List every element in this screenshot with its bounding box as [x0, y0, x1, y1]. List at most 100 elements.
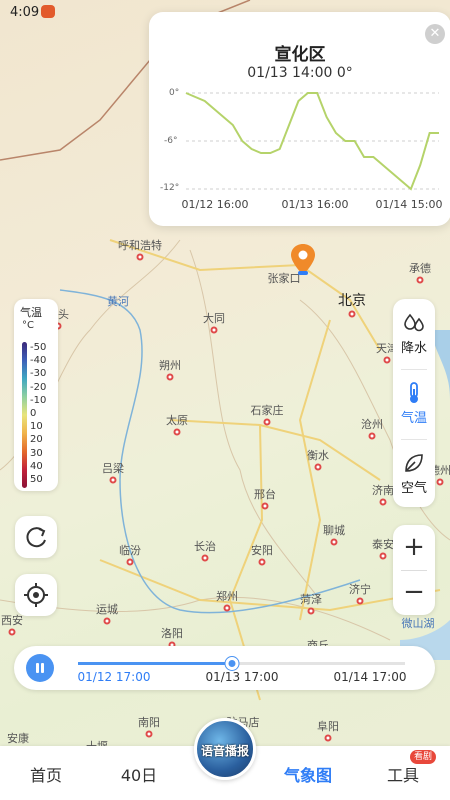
city-label: 洛阳 — [161, 627, 183, 640]
city-dot — [223, 604, 231, 612]
legend-tick: -40 — [30, 355, 47, 367]
city-dot — [201, 554, 209, 562]
layer-air[interactable]: 空气 — [393, 441, 435, 505]
city-dot — [383, 356, 391, 364]
city-label: 微山湖 — [401, 617, 435, 630]
nav-badge: 看剧 — [410, 750, 437, 764]
layer-label: 空气 — [400, 481, 427, 496]
x-tick-label: 01/12 16:00 — [181, 198, 249, 211]
divider — [401, 439, 427, 440]
city-label: 济宁 — [349, 583, 371, 596]
location-popup: 宣化区 01/13 14:00 0° ✕ 0° -6° -12° 01/12 1… — [149, 12, 450, 226]
legend-tick: -10 — [30, 394, 47, 406]
pin-base — [298, 271, 308, 275]
city-label: 长治 — [194, 540, 216, 553]
nav-tools[interactable]: 工具 — [387, 762, 419, 786]
legend-tick: -50 — [30, 342, 47, 353]
legend-tick: -20 — [30, 381, 47, 393]
road-line — [169, 419, 381, 481]
city-label: 吕梁 — [102, 462, 124, 475]
city-label: 阜阳 — [317, 720, 339, 733]
city-dot — [314, 463, 322, 471]
nav-40days[interactable]: 40日 — [121, 762, 157, 786]
legend-tick: 40 — [30, 460, 43, 472]
city-label: 济南 — [372, 484, 394, 497]
city-dot — [307, 607, 315, 615]
city-label: 安康 — [7, 732, 29, 745]
nav-home[interactable]: 首页 — [30, 762, 62, 786]
zoom-in-button[interactable]: + — [393, 525, 435, 570]
road-line — [99, 559, 441, 612]
city-dot — [8, 628, 16, 636]
refresh-button[interactable] — [15, 516, 57, 558]
city-dot — [109, 476, 117, 484]
x-tick-label: 01/13 16:00 — [281, 198, 349, 211]
temperature-chart[interactable] — [149, 12, 450, 226]
city-label: 石家庄 — [250, 404, 284, 417]
city-label: 黄河 — [107, 295, 129, 308]
city-dot — [261, 502, 269, 510]
city-dot — [416, 276, 424, 284]
city-dot — [348, 310, 356, 318]
legend-tick: 20 — [30, 434, 43, 446]
legend-unit: °C — [22, 320, 34, 331]
timeline-label-start: 01/12 17:00 — [77, 670, 151, 684]
city-label: 大同 — [203, 312, 225, 325]
zoom-out-button[interactable]: − — [393, 570, 435, 615]
city-dot — [379, 552, 387, 560]
city-label: 泰安 — [372, 538, 394, 551]
legend-tick: 0 — [30, 408, 37, 419]
city-dot — [136, 253, 144, 261]
city-dot — [379, 498, 387, 506]
border-line — [0, 596, 391, 641]
city-label: 朔州 — [159, 359, 181, 372]
locate-button[interactable] — [15, 574, 57, 616]
timeline-label-current: 01/13 17:00 — [205, 670, 279, 684]
layer-switcher: 降水 气温 空气 — [393, 299, 435, 507]
legend-title: 气温 — [20, 306, 42, 319]
legend-tick: 30 — [30, 447, 43, 459]
layer-label: 降水 — [400, 341, 427, 356]
city-dot — [263, 418, 271, 426]
city-label: 聊城 — [323, 524, 345, 537]
timeline-label-end: 01/14 17:00 — [333, 670, 407, 684]
timeline-progress — [78, 662, 232, 665]
city-dot — [210, 326, 218, 334]
city-dot — [258, 558, 266, 566]
city-label: 南阳 — [138, 716, 160, 729]
zoom-control: + − — [393, 525, 435, 615]
raindrop-icon — [404, 313, 424, 332]
city-label: 郑州 — [216, 590, 238, 603]
city-label: 沧州 — [361, 418, 383, 431]
city-label: 呼和浩特 — [118, 239, 162, 252]
road-line — [298, 319, 331, 621]
legend-tick: 10 — [30, 421, 43, 433]
layer-temperature[interactable]: 气温 — [393, 371, 435, 435]
timeline-player: 01/12 17:00 01/13 17:00 01/14 17:00 — [14, 646, 435, 690]
thermometer-icon — [410, 382, 418, 403]
city-dot — [356, 597, 364, 605]
city-dot — [173, 428, 181, 436]
refresh-icon — [26, 527, 46, 548]
app-notification-icon — [41, 5, 55, 18]
city-dot — [324, 734, 332, 742]
city-label: 承德 — [409, 262, 431, 275]
city-label: 安阳 — [251, 544, 273, 557]
voice-broadcast-label: 语音播报 — [200, 744, 249, 758]
voice-broadcast-button[interactable]: 语音播报 — [194, 718, 256, 780]
layer-label: 气温 — [400, 411, 427, 426]
legend-tick: -30 — [30, 368, 47, 380]
nav-weather-map[interactable]: 气象图 — [284, 762, 332, 786]
timeline-thumb[interactable] — [225, 657, 239, 670]
timeline-track[interactable] — [78, 657, 405, 670]
crosshair-icon — [24, 583, 48, 607]
legend-tick: 50 — [30, 474, 43, 485]
city-dot — [145, 730, 153, 738]
city-label: 邢台 — [254, 488, 276, 501]
temperature-legend: 气温 °C -50 -40 -30 -20 -10 0 10 20 30 40 50 — [14, 299, 58, 491]
pause-button[interactable] — [26, 654, 54, 682]
leaf-icon — [405, 454, 423, 472]
x-tick-label: 01/14 15:00 — [375, 198, 443, 211]
divider — [401, 369, 427, 370]
layer-precipitation[interactable]: 降水 — [393, 301, 435, 365]
